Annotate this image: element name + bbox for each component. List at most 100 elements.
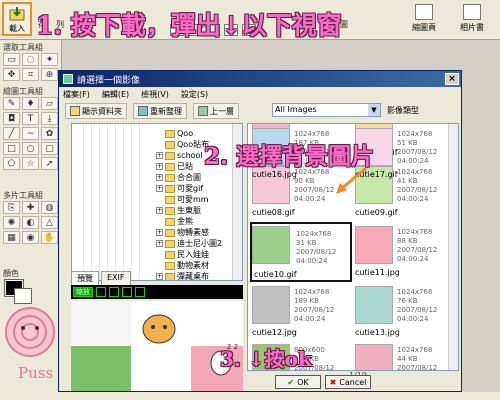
bucket-icon[interactable]: ◘ xyxy=(3,112,20,125)
expand-toggle-icon[interactable]: + xyxy=(156,185,163,192)
annotation-step-1: 1. 按下載，彈出↓以下視窗 xyxy=(36,11,342,40)
zoom-icon[interactable]: ⊕ xyxy=(41,68,58,81)
dropper-icon[interactable]: ⤓ xyxy=(41,112,58,125)
menu-edit[interactable]: 編輯(E) xyxy=(102,89,129,100)
filter-select[interactable]: All Images ▼ xyxy=(272,103,381,117)
expand-toggle-icon[interactable]: + xyxy=(156,163,163,170)
folder-item[interactable]: 可愛mm xyxy=(156,194,209,205)
thumbnail-item[interactable]: 1024x768 189 KB 2007/08/12 04:00:24 cutie12… xyxy=(250,282,352,342)
expand-toggle-icon[interactable]: + xyxy=(156,229,163,236)
folder-name: school xyxy=(177,151,203,160)
lasso-icon[interactable]: ◌ xyxy=(22,53,39,66)
thumbnail-dims: 1024x768 xyxy=(397,288,433,296)
tab-exif[interactable]: EXIF xyxy=(101,271,131,286)
heal-icon[interactable]: ✚ xyxy=(22,201,39,214)
brush-icon[interactable]: ♦ xyxy=(22,97,39,110)
thumbnail-meta: 1024x76844 KB2007/08/12 04:00:24 xyxy=(397,346,455,370)
menu-view[interactable]: 檢視(V) xyxy=(141,89,169,100)
annotation-arrow-icon xyxy=(336,166,367,194)
text-icon[interactable]: T xyxy=(22,112,39,125)
thumbnail-size: 31 KB xyxy=(296,239,317,247)
eraser-icon[interactable]: ▱ xyxy=(41,97,58,110)
thumbnail-filename: cutie09.gif xyxy=(355,208,398,217)
stamp-icon[interactable]: ✿ xyxy=(41,127,58,140)
preview-toolbar: 縮放 xyxy=(71,285,243,299)
burn-icon[interactable]: ✺ xyxy=(3,216,20,229)
load-button[interactable]: 載入 xyxy=(2,2,32,36)
expand-toggle-icon[interactable]: + xyxy=(156,273,163,280)
blur-icon[interactable]: ◍ xyxy=(41,201,58,214)
sponge-icon[interactable]: ▦ xyxy=(3,231,20,244)
expand-toggle-icon[interactable]: + xyxy=(156,207,163,214)
folder-item[interactable]: + 已貼 xyxy=(156,161,193,172)
clone-icon[interactable]: ⎘ xyxy=(3,201,20,214)
magic-wand-icon[interactable]: ✦ xyxy=(41,53,58,66)
smudge-icon[interactable]: ~ xyxy=(22,127,39,140)
expand-toggle-icon[interactable]: + xyxy=(156,240,163,247)
dodge-icon[interactable]: ◐ xyxy=(22,216,39,229)
close-icon: ✖ xyxy=(329,377,337,387)
arrow-icon[interactable]: ➚ xyxy=(41,157,58,170)
tool-palette: 選取工具組 ▭ ◌ ✦ ✥ ⌗ ⊕ 繪圖工具組 ✎ ♦ ▱ ◘ T ⤓ ╱ ~ … xyxy=(0,40,62,400)
crop-icon[interactable]: ⌗ xyxy=(22,68,39,81)
folder-item[interactable]: + 可愛gif xyxy=(156,183,203,194)
thumbnail-scrollbar[interactable] xyxy=(448,124,458,370)
thumbnail-image xyxy=(252,226,290,264)
zoom-dropdown[interactable]: 縮放 xyxy=(73,287,93,297)
menu-settings[interactable]: 設定(S) xyxy=(181,89,208,100)
thumbnail-date: 2007/08/12 04:00:24 xyxy=(296,248,337,265)
thumbnail-item[interactable]: 1024x76844 KB2007/08/12 04:00:24cutie15.… xyxy=(353,340,455,370)
move-icon[interactable]: ✥ xyxy=(3,68,20,81)
zoom-in-icon[interactable] xyxy=(96,287,106,297)
folder-item[interactable]: Qoo貼布 xyxy=(156,139,209,150)
ok-button[interactable]: ✔ OK xyxy=(275,375,321,389)
thumbnail-dims: 1024x768 xyxy=(294,288,330,296)
thumbnail-item[interactable]: 1024x768 31 KB 2007/08/12 04:00:24 cutie10.… xyxy=(250,222,352,282)
dialog-titlebar[interactable]: 請選擇一個影像 × xyxy=(59,71,461,87)
thumbnail-page-button[interactable]: 縮圖頁 xyxy=(402,2,446,36)
tab-preview[interactable]: 預覽 xyxy=(71,271,99,286)
dialog-menu: 檔案(F) 編輯(E) 檢視(V) 設定(S) xyxy=(63,89,208,100)
thumbnail-item[interactable]: 1024x768 76 KB 2007/08/12 04:00:24 cutie13.… xyxy=(353,282,455,342)
folder-name: 動物素材 xyxy=(177,261,209,270)
ellipse-icon[interactable]: ○ xyxy=(22,142,39,155)
refresh-button[interactable]: 重新整理 xyxy=(133,103,187,119)
folder-item[interactable]: + school xyxy=(156,150,203,161)
polygon-icon[interactable]: ⬠ xyxy=(3,157,20,170)
expand-toggle-icon[interactable]: + xyxy=(156,174,163,181)
red-eye-icon[interactable]: ◉ xyxy=(22,231,39,244)
rotate-icon[interactable] xyxy=(135,287,145,297)
thumbnail-image xyxy=(355,226,393,264)
thumbnail-item[interactable]: 1024x768 88 KB 2007/08/12 04:00:24 cutie11.… xyxy=(353,222,455,282)
star-icon[interactable]: ☆ xyxy=(22,157,39,170)
annotation-step-3: 3. ↓按ok xyxy=(220,347,312,371)
photo-book-button[interactable]: 相片書 xyxy=(450,2,494,36)
folder-item[interactable]: + 彈藏桌布 xyxy=(156,271,209,280)
rounded-rect-icon[interactable]: ▢ xyxy=(41,142,58,155)
folder-item[interactable]: 金熊 xyxy=(156,216,193,227)
folder-item[interactable]: 民入娃娃 xyxy=(156,249,209,260)
folder-item[interactable]: + 生東脈 xyxy=(156,205,201,216)
hand-icon[interactable]: ✋ xyxy=(41,231,58,244)
cancel-button[interactable]: ✖ Cancel xyxy=(325,375,371,389)
rectangle-icon[interactable]: □ xyxy=(3,142,20,155)
folder-item[interactable]: Qoo xyxy=(156,128,193,139)
folder-icon xyxy=(165,151,175,160)
up-button[interactable]: 上一層 xyxy=(193,103,239,119)
show-folder-button[interactable]: 顯示資料夾 xyxy=(65,103,127,119)
background-color[interactable] xyxy=(14,288,32,304)
close-button[interactable]: × xyxy=(445,73,459,85)
folder-item[interactable]: 動物素材 xyxy=(156,260,209,271)
rect-select-icon[interactable]: ▭ xyxy=(3,53,20,66)
line-icon[interactable]: ╱ xyxy=(3,127,20,140)
pencil-icon[interactable]: ✎ xyxy=(3,97,20,110)
folder-item[interactable]: + 物轉素感 xyxy=(156,227,209,238)
folder-item[interactable]: + 合合圖 xyxy=(156,172,201,183)
sharpen-icon[interactable]: △ xyxy=(41,216,58,229)
thumbnail-filename: cutie16.jpg xyxy=(252,170,297,179)
menu-file[interactable]: 檔案(F) xyxy=(63,89,90,100)
zoom-out-icon[interactable] xyxy=(109,287,119,297)
expand-toggle-icon[interactable]: + xyxy=(156,152,163,159)
folder-item[interactable]: + 迪士尼小圖2 xyxy=(156,238,222,249)
fit-icon[interactable] xyxy=(122,287,132,297)
